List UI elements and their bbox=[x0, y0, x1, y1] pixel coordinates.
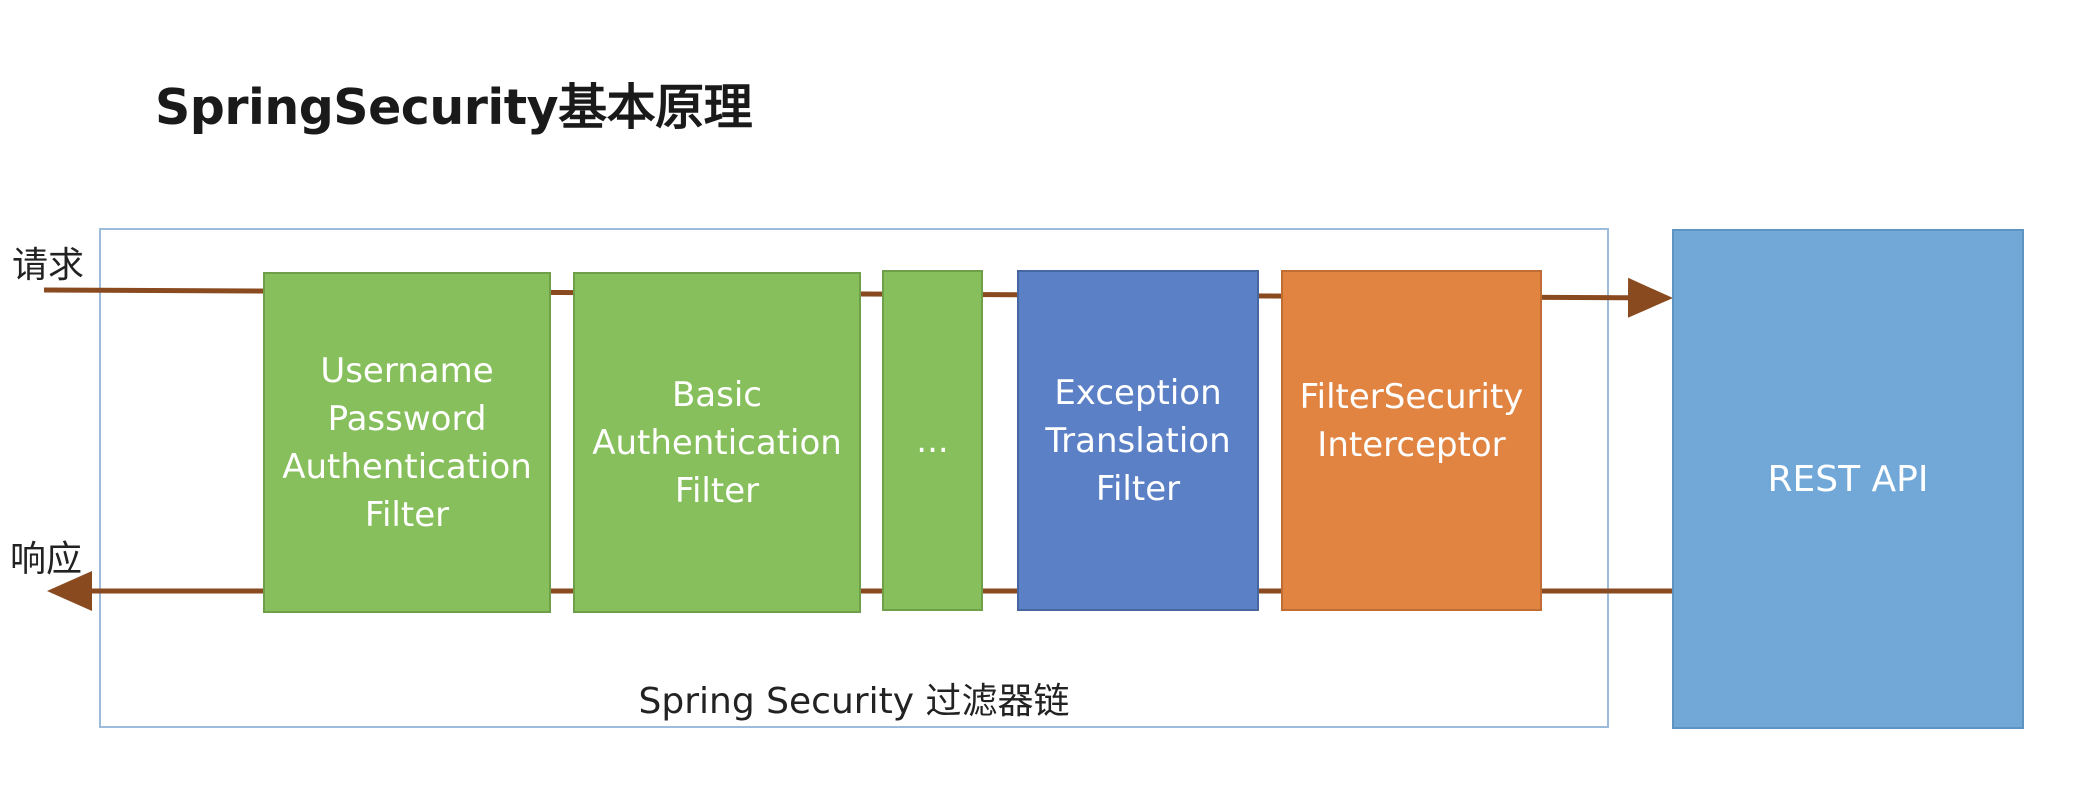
filter-chain-label: Spring Security 过滤器链 bbox=[638, 681, 1070, 722]
more-filters-ellipsis: ... bbox=[882, 270, 983, 611]
rest-api-box: REST API bbox=[1672, 229, 2024, 729]
filter-security-interceptor: FilterSecurity Interceptor bbox=[1281, 270, 1542, 611]
basic-authentication-filter: Basic Authentication Filter bbox=[573, 272, 861, 613]
username-password-authentication-filter: Username Password Authentication Filter bbox=[263, 272, 551, 613]
exception-translation-filter: Exception Translation Filter bbox=[1017, 270, 1259, 611]
